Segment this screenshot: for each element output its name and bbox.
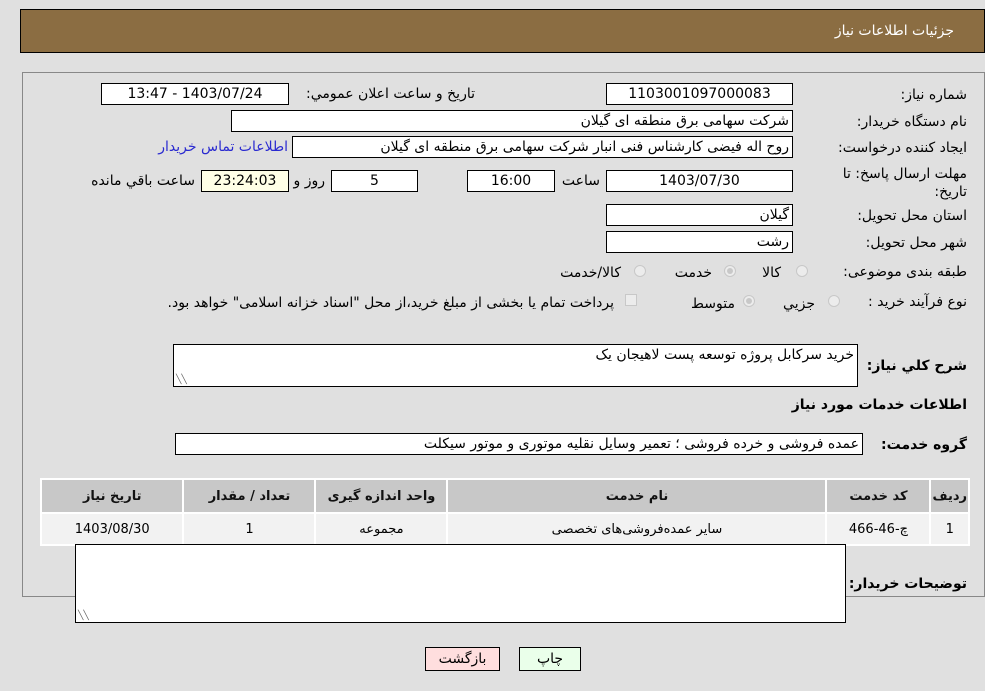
col-unit: واحد اندازه گیری <box>314 478 449 514</box>
province-label: استان محل تحویل: <box>857 208 967 224</box>
category-goods-service-radio[interactable] <box>634 265 646 277</box>
print-button[interactable]: چاپ <box>519 647 581 671</box>
deadline-time-label: ساعت <box>561 173 600 189</box>
page-title: جزئیات اطلاعات نیاز <box>834 23 954 39</box>
resize-grip-icon[interactable]: ╲╲ <box>176 375 187 385</box>
cell-quantity: 1 <box>182 512 317 546</box>
services-section-title: اطلاعات خدمات مورد نیاز <box>791 397 967 413</box>
need-number-field[interactable]: 1103001097000083 <box>606 83 793 105</box>
requester-field[interactable]: روح اله فیضی کارشناس فنی انبار شرکت سهام… <box>292 136 793 158</box>
col-quantity: تعداد / مقدار <box>182 478 317 514</box>
buyer-org-label: نام دستگاه خريدار: <box>856 114 967 130</box>
city-label: شهر محل تحویل: <box>865 235 967 251</box>
description-label: شرح کلي نیاز: <box>866 358 967 374</box>
buyer-notes-textarea[interactable]: ╲╲ <box>75 544 846 623</box>
days-remaining-field[interactable]: 5 <box>331 170 418 192</box>
col-row-number: ردیف <box>929 478 970 514</box>
table-header-row: ردیف کد خدمت نام خدمت واحد اندازه گیری ت… <box>39 478 970 514</box>
category-service-radio[interactable] <box>724 265 736 277</box>
process-minor-label: جزيي <box>783 296 815 312</box>
announce-label: تاريخ و ساعت اعلان عمومي: <box>306 86 475 102</box>
cell-service-name: سایر عمده‌فروشی‌های تخصصی <box>446 512 828 546</box>
process-minor-radio[interactable] <box>828 295 840 307</box>
category-goods-label: کالا <box>762 265 781 281</box>
requester-label: ايجاد کننده درخواست: <box>838 140 967 156</box>
col-service-name: نام خدمت <box>446 478 828 514</box>
category-service-label: خدمت <box>674 265 712 281</box>
page-header: جزئیات اطلاعات نیاز <box>20 9 985 53</box>
service-group-field[interactable]: عمده فروشی و خرده فروشی ؛ تعمیر وسایل نق… <box>175 433 863 455</box>
process-medium-radio[interactable] <box>743 295 755 307</box>
deadline-label: مهلت ارسال پاسخ: تا تاریخ: <box>842 166 967 200</box>
remaining-time-field[interactable]: 23:24:03 <box>201 170 289 192</box>
services-table: ردیف کد خدمت نام خدمت واحد اندازه گیری ت… <box>39 478 970 546</box>
back-button[interactable]: بازگشت <box>425 647 500 671</box>
description-text: خرید سرکابل پروژه توسعه پست لاهیجان یک <box>595 347 854 363</box>
resize-grip-icon[interactable]: ╲╲ <box>78 611 89 621</box>
category-label: طبقه بندی موضوعی: <box>843 264 967 280</box>
description-textarea[interactable]: خرید سرکابل پروژه توسعه پست لاهیجان یک ╲… <box>173 344 858 387</box>
cell-need-date: 1403/08/30 <box>39 512 185 546</box>
col-service-code: کد خدمت <box>825 478 932 514</box>
buyer-contact-link[interactable]: اطلاعات تماس خریدار <box>158 139 288 155</box>
table-row: 1 چ-46-466 سایر عمده‌فروشی‌های تخصصی مجم… <box>39 512 970 546</box>
deadline-date-field[interactable]: 1403/07/30 <box>606 170 793 192</box>
province-field[interactable]: گیلان <box>606 204 793 226</box>
process-type-label: نوع فرآیند خرید : <box>868 294 967 310</box>
cell-service-code: چ-46-466 <box>825 512 932 546</box>
city-field[interactable]: رشت <box>606 231 793 253</box>
deadline-time-field[interactable]: 16:00 <box>467 170 555 192</box>
service-group-label: گروه خدمت: <box>881 437 967 453</box>
buyer-org-field[interactable]: شرکت سهامی برق منطقه ای گیلان <box>231 110 793 132</box>
treasury-note: پرداخت تمام یا بخشی از مبلغ خرید،از محل … <box>167 295 614 311</box>
announce-datetime-field[interactable]: 1403/07/24 - 13:47 <box>101 83 289 105</box>
process-medium-label: متوسط <box>691 296 735 312</box>
category-goods-radio[interactable] <box>796 265 808 277</box>
buyer-notes-label: توضیحات خریدار: <box>848 576 967 592</box>
need-number-label: شماره نیاز: <box>900 87 968 103</box>
days-label: روز و <box>293 173 326 189</box>
category-goods-service-label: کالا/خدمت <box>560 265 621 281</box>
treasury-checkbox[interactable] <box>625 294 637 306</box>
cell-unit: مجموعه <box>314 512 449 546</box>
remaining-time-label: ساعت باقي مانده <box>91 173 195 189</box>
col-need-date: تاریخ نیاز <box>39 478 185 514</box>
cell-row-number: 1 <box>929 512 970 546</box>
